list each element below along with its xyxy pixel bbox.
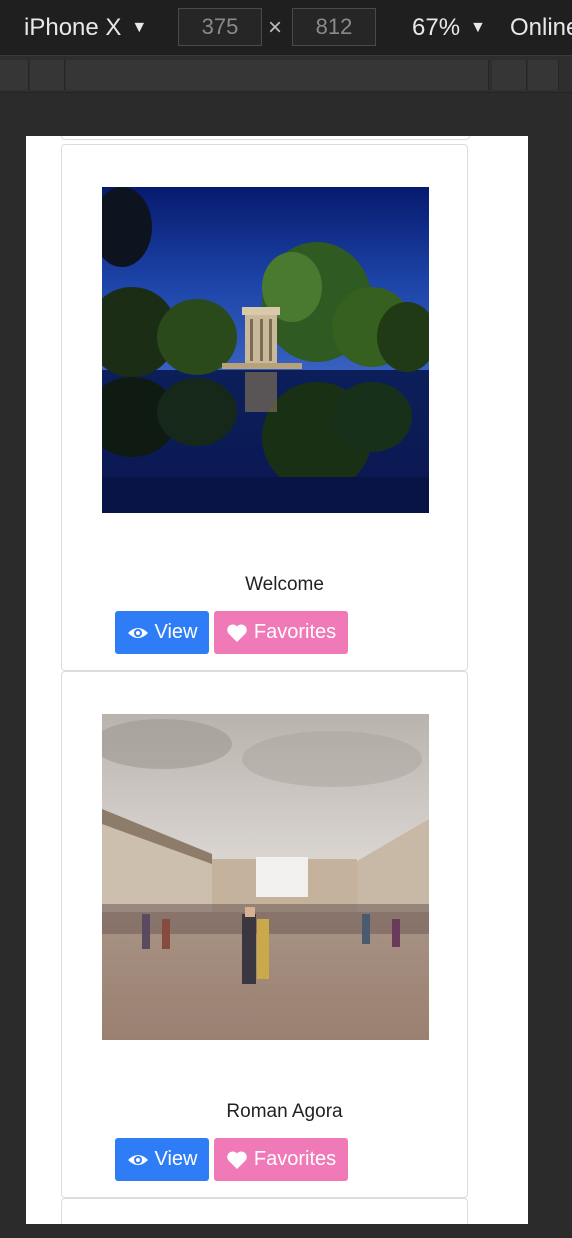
zoom-value: 67% bbox=[412, 14, 461, 41]
media-query-segment[interactable] bbox=[66, 60, 489, 90]
card-title: Welcome bbox=[245, 574, 324, 595]
heart-icon bbox=[227, 1150, 247, 1169]
lake-temple-photo bbox=[102, 187, 429, 513]
device-toolbar: iPhone X ▼ 375 × 812 67% ▼ Online bbox=[0, 0, 572, 56]
media-query-bar bbox=[0, 56, 572, 93]
view-button-label: View bbox=[154, 621, 198, 643]
favorites-button-label: Favorites bbox=[253, 1148, 337, 1170]
device-name: iPhone X bbox=[24, 14, 122, 41]
width-input[interactable]: 375 bbox=[178, 8, 262, 46]
card-image-lake-temple[interactable] bbox=[102, 187, 429, 513]
zoom-selector[interactable]: 67% ▼ bbox=[412, 14, 486, 42]
device-viewport: Welcome View Favorites Roman Agora View … bbox=[26, 136, 528, 1224]
media-query-segment[interactable] bbox=[492, 60, 527, 90]
piazza-photo bbox=[102, 714, 429, 1040]
favorites-button[interactable]: Favorites bbox=[214, 611, 348, 654]
view-button[interactable]: View bbox=[115, 1138, 209, 1181]
view-button-label: View bbox=[154, 1148, 198, 1170]
media-query-segment[interactable] bbox=[528, 60, 559, 90]
device-selector[interactable]: iPhone X ▼ bbox=[24, 14, 147, 42]
previous-card bbox=[61, 136, 470, 140]
media-query-segment[interactable] bbox=[0, 60, 29, 90]
eye-icon bbox=[127, 1154, 148, 1165]
media-query-segment[interactable] bbox=[30, 60, 65, 90]
card-title: Roman Agora bbox=[226, 1101, 343, 1122]
height-input[interactable]: 812 bbox=[292, 8, 376, 46]
times-icon: × bbox=[268, 14, 283, 41]
favorites-button-label: Favorites bbox=[253, 621, 337, 643]
heart-icon bbox=[227, 623, 247, 642]
gallery-card: Welcome View Favorites bbox=[61, 144, 468, 671]
card-image-piazza[interactable] bbox=[102, 714, 429, 1040]
chevron-down-icon: ▼ bbox=[131, 19, 148, 36]
favorites-button[interactable]: Favorites bbox=[214, 1138, 348, 1181]
gallery-card: Roman Agora View Favorites bbox=[61, 671, 468, 1198]
eye-icon bbox=[127, 627, 148, 638]
gallery-card bbox=[61, 1198, 468, 1224]
chevron-down-icon: ▼ bbox=[470, 19, 486, 36]
network-throttle-selector[interactable]: Online bbox=[510, 14, 572, 42]
view-button[interactable]: View bbox=[115, 611, 209, 654]
